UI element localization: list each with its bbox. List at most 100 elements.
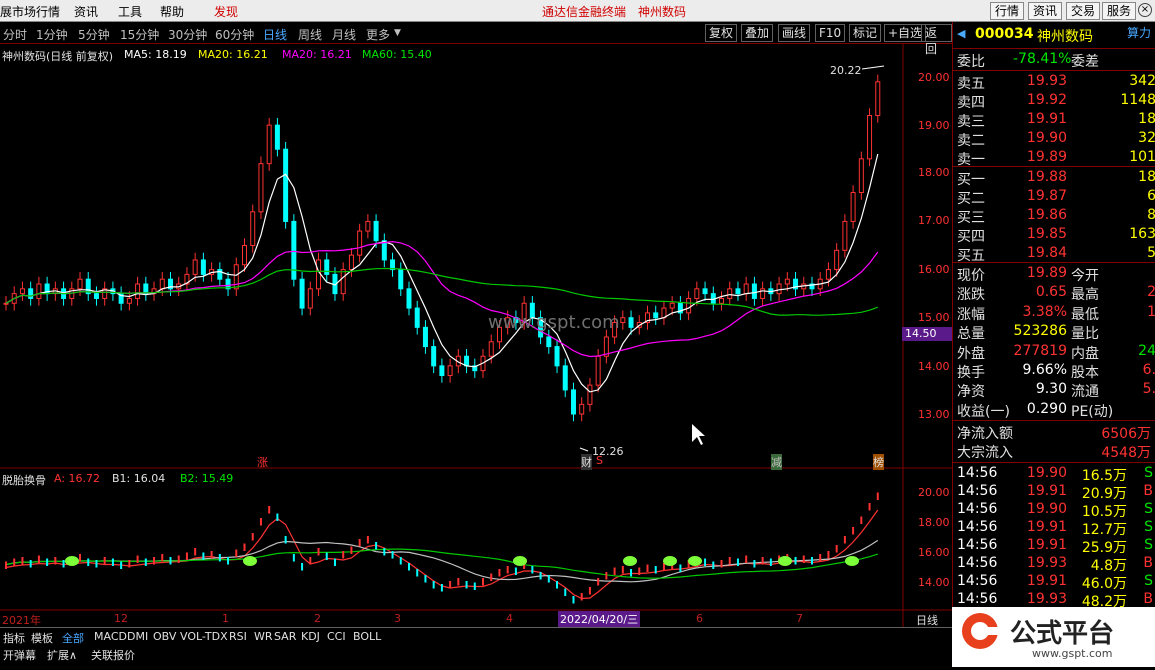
tab-template[interactable]: 模板 [31, 630, 53, 646]
sub-b1-label: B1: 16.04 [112, 472, 166, 485]
stock-title-link[interactable]: 神州数码 [638, 3, 686, 20]
stat-label: 总量 [957, 326, 985, 343]
tick-row[interactable]: 14:56 19.90 10.5万 S [953, 501, 1155, 520]
price-tick: 19.00 [918, 119, 950, 132]
tab-rsi[interactable]: RSI [229, 630, 247, 643]
tick-price: 19.91 [1026, 573, 1067, 589]
stat-value: 19.89 [1026, 265, 1067, 281]
weibi-label: 委比 [957, 54, 985, 70]
tab-obv[interactable]: OBV [153, 630, 176, 643]
stat-row[interactable]: 净资 9.30 流通 5. [953, 381, 1155, 400]
btn-overlay[interactable]: 叠加 [741, 24, 774, 42]
period-30min[interactable]: 30分钟 [168, 26, 207, 43]
menu-news[interactable]: 资讯 [74, 3, 98, 20]
candle-body [283, 148, 289, 222]
tab-sar[interactable]: SAR [274, 630, 296, 643]
btn-expand[interactable]: 扩展∧ [47, 647, 77, 663]
period-15min[interactable]: 15分钟 [120, 26, 159, 43]
chevron-down-icon[interactable]: ▼ [394, 28, 401, 38]
btn-news[interactable]: 资讯 [1028, 2, 1063, 20]
stat-row[interactable]: 现价 19.89 今开 [953, 265, 1155, 284]
tick-row[interactable]: 14:56 19.93 4.8万 B [953, 555, 1155, 574]
candle-body [587, 384, 593, 405]
sector-tag[interactable]: 算力 [1127, 24, 1151, 41]
btn-adjust[interactable]: 复权 [705, 24, 738, 42]
app-title-link[interactable]: 通达信金融终端 [542, 3, 626, 20]
tab-cci[interactable]: CCI [327, 630, 346, 643]
order-row[interactable]: 买四 19.85 163 [953, 226, 1155, 245]
btn-mark[interactable]: 标记 [849, 24, 882, 42]
menu-tools[interactable]: 工具 [118, 3, 142, 20]
period-week[interactable]: 周线 [298, 26, 322, 43]
tab-kdj[interactable]: KDJ [301, 630, 320, 643]
marker-s[interactable]: S [596, 454, 603, 467]
btn-f10[interactable]: F10 [815, 24, 846, 42]
tab-macd[interactable]: MACD [94, 630, 127, 643]
period-5min[interactable]: 5分钟 [78, 26, 110, 43]
flow-row[interactable]: 大宗流入 4548万 [953, 442, 1155, 461]
kline-chart-area[interactable]: 神州数码(日线 前复权) MA5: 18.19 MA20: 16.21 MA20… [0, 44, 952, 628]
period-60min[interactable]: 60分钟 [215, 26, 254, 43]
candle-body [751, 283, 757, 299]
order-row[interactable]: 买二 19.87 6 [953, 188, 1155, 207]
stat-row[interactable]: 收益(一) 0.290 PE(动) [953, 401, 1155, 420]
stat-row[interactable]: 外盘 277819 内盘 24 [953, 343, 1155, 362]
order-row[interactable]: 卖四 19.92 1148 [953, 92, 1155, 111]
menu-help[interactable]: 帮助 [160, 3, 184, 20]
period-timeshare[interactable]: 分时 [3, 26, 27, 43]
btn-back[interactable]: 返回 [921, 24, 952, 56]
price-tick: 15.00 [918, 311, 950, 324]
tick-volume: 25.9万 [1081, 540, 1127, 556]
tab-dmi[interactable]: DMI [127, 630, 148, 643]
stat-label: 收益(一) [957, 403, 1010, 420]
tab-all[interactable]: 全部 [62, 630, 84, 646]
order-row[interactable]: 卖二 19.90 32 [953, 130, 1155, 149]
marker-billboard[interactable]: 榜 [873, 454, 884, 470]
tab-boll[interactable]: BOLL [353, 630, 381, 643]
period-1min[interactable]: 1分钟 [36, 26, 68, 43]
kline-svg[interactable] [0, 44, 952, 628]
btn-draw[interactable]: 画线 [778, 24, 811, 42]
btn-trade[interactable]: 交易 [1066, 2, 1101, 20]
order-row[interactable]: 买一 19.88 18 [953, 169, 1155, 188]
menu-discover[interactable]: 发现 [214, 3, 238, 20]
order-row[interactable]: 买三 19.86 8 [953, 207, 1155, 226]
period-month[interactable]: 月线 [332, 26, 356, 43]
tick-row[interactable]: 14:56 19.90 16.5万 S [953, 465, 1155, 484]
period-toolbar: 分时 1分钟 5分钟 15分钟 30分钟 60分钟 日线 周线 月线 更多 ▼ … [0, 22, 952, 56]
marker-limit-up[interactable]: 涨 [257, 454, 268, 470]
tab-vol-tdx[interactable]: VOL-TDX [180, 630, 228, 643]
candle-body [266, 124, 272, 165]
signal-marker [688, 556, 702, 566]
period-day[interactable]: 日线 [263, 26, 287, 43]
stat-row[interactable]: 换手 9.66% 股本 6. [953, 362, 1155, 381]
marker-reduce[interactable]: 减 [771, 454, 782, 470]
btn-related-quote[interactable]: 关联报价 [91, 647, 135, 663]
order-row[interactable]: 卖五 19.93 342 [953, 73, 1155, 92]
order-volume: 18 [1138, 169, 1155, 185]
tick-row[interactable]: 14:56 19.91 12.7万 S [953, 519, 1155, 538]
tick-row[interactable]: 14:56 19.91 25.9万 S [953, 537, 1155, 556]
order-row[interactable]: 卖三 19.91 18 [953, 111, 1155, 130]
btn-service[interactable]: 服务 [1102, 2, 1137, 20]
candle-body [250, 211, 256, 247]
stat-row[interactable]: 涨跌 0.65最高2 [953, 284, 1155, 303]
tick-row[interactable]: 14:56 19.91 20.9万 B [953, 483, 1155, 502]
btn-quotes[interactable]: 行情 [990, 2, 1025, 20]
tick-row[interactable]: 14:56 19.91 46.0万 S [953, 573, 1155, 592]
tab-indicator[interactable]: 指标 [3, 630, 25, 646]
expand-left-icon[interactable]: ◀ [957, 27, 965, 40]
stat-row[interactable]: 总量 523286 量比 [953, 323, 1155, 342]
stat-row[interactable]: 涨幅 3.38%最低1 [953, 304, 1155, 323]
candle-body [464, 355, 470, 367]
btn-danmaku[interactable]: 开弹幕 [3, 647, 36, 663]
flow-row[interactable]: 净流入额 6506万 [953, 423, 1155, 442]
period-more[interactable]: 更多 [366, 26, 390, 43]
btn-add-favorite[interactable]: +自选 [884, 24, 927, 42]
close-icon[interactable]: × [1138, 3, 1152, 17]
candle-body [858, 158, 864, 194]
marker-finance[interactable]: 财 [581, 454, 592, 470]
menu-market[interactable]: 展市场行情 [0, 3, 60, 20]
tab-wr[interactable]: WR [254, 630, 273, 643]
candle-body [579, 403, 585, 415]
